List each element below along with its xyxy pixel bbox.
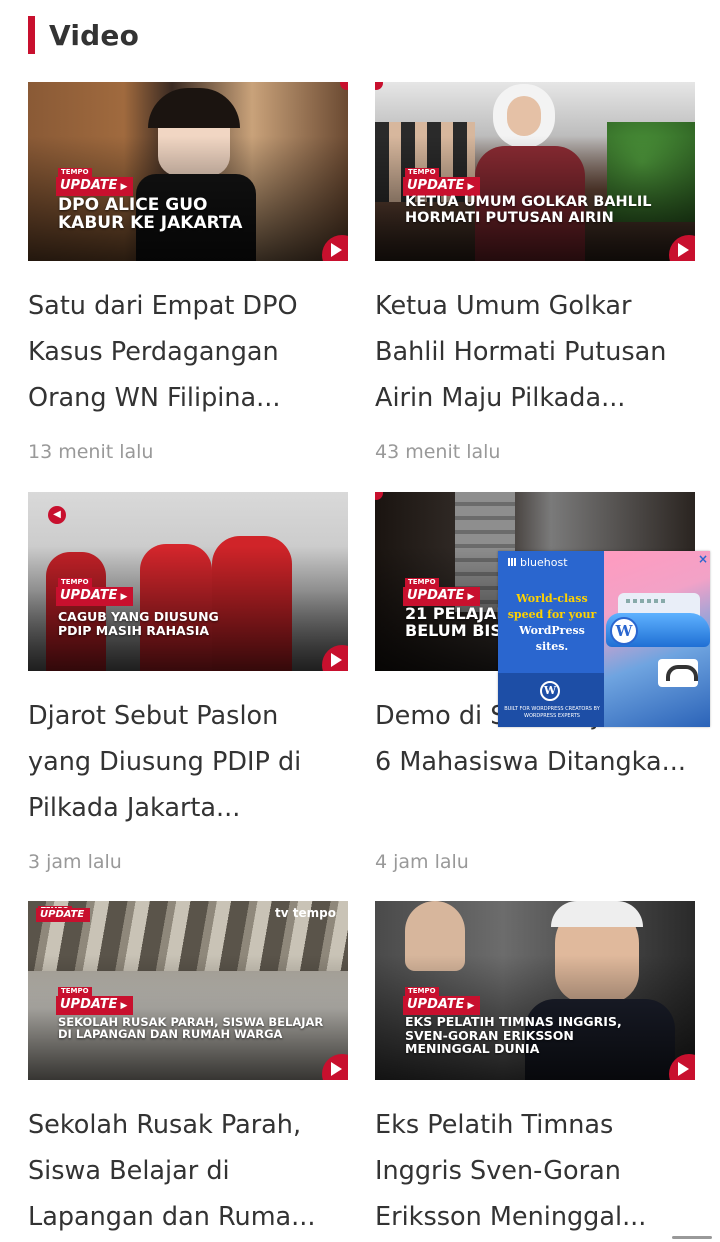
update-badge-label: UPDATE [60, 588, 118, 603]
play-arrow-icon: ▶ [120, 1001, 128, 1011]
thumbnail-face [507, 96, 541, 136]
floating-ad[interactable]: bluehost World-class speed for your Word… [498, 551, 710, 727]
tempo-tag: TEMPO [405, 987, 439, 996]
thumbnail-headline: KETUA UMUM GOLKAR BAHLIL HORMATI PUTUSAN… [405, 194, 652, 226]
tv-tempo-logo: tv tempo [275, 906, 336, 920]
update-badge-label: UPDATE [407, 178, 465, 193]
update-badge: UPDATE ▶ [56, 996, 134, 1015]
video-title[interactable]: Sekolah Rusak Parah, Siswa Belajar di La… [28, 1102, 348, 1240]
video-time: 4 jam lalu [375, 851, 469, 873]
ad-brand: bluehost [520, 556, 568, 569]
play-arrow-icon: ▶ [120, 592, 128, 602]
ad-browser-dots [626, 599, 666, 603]
ad-headline: World-class speed for your WordPress sit… [506, 591, 598, 655]
section-header: Video [28, 16, 139, 54]
video-thumbnail[interactable]: TEMPO UPDATE ▶ KETUA UMUM GOLKAR BAHLIL H… [375, 82, 695, 261]
thumbnail-headline: CAGUB YANG DIUSUNG PDIP MASIH RAHASIA [58, 609, 219, 638]
update-badge-label: UPDATE [407, 997, 465, 1012]
ad-footer: BUILT FOR WORDPRESS CREATORS BY WORDPRES… [504, 706, 600, 719]
update-badge-label: UPDATE [60, 997, 118, 1012]
video-thumbnail[interactable]: TEMPO UPDATE tv tempo TEMPO UPDATE▶ SEKO… [28, 901, 348, 1080]
video-thumbnail[interactable]: TEMPO UPDATE ▶ DPO ALICE GUO KABUR KE JAK… [28, 82, 348, 261]
ad-headline-line-2: speed for your [507, 608, 597, 621]
video-title[interactable]: Djarot Sebut Paslon yang Diusung PDIP di… [28, 693, 348, 831]
video-card[interactable]: TEMPO UPDATE tv tempo TEMPO UPDATE▶ SEKO… [28, 901, 348, 1240]
tempo-tag: TEMPO [405, 578, 439, 587]
update-badge: UPDATE ▶ [56, 587, 134, 606]
tempo-tag: TEMPO [58, 578, 92, 587]
ad-headline-line-3: WordPress [519, 624, 585, 637]
video-card[interactable]: TEMPO UPDATE ▶ KETUA UMUM GOLKAR BAHLIL H… [375, 82, 695, 463]
tempo-tag: TEMPO [58, 168, 92, 177]
video-time: 13 menit lalu [28, 441, 154, 463]
back-arrow-icon: ◀ [48, 506, 66, 524]
play-arrow-icon: ▶ [467, 182, 475, 192]
thumbnail-hair [551, 901, 643, 927]
update-badge: UPDATE ▶ [403, 996, 481, 1015]
section-accent-bar [28, 16, 35, 54]
update-badge-label: UPDATE [60, 178, 118, 193]
video-title[interactable]: Satu dari Empat DPO Kasus Perdagangan Or… [28, 283, 348, 421]
video-thumbnail[interactable]: TEMPO UPDATE ▶ EKS PELATIH TIMNAS INGGRIS… [375, 901, 695, 1080]
video-time: 43 menit lalu [375, 441, 501, 463]
home-indicator [672, 1236, 712, 1239]
video-title[interactable]: Ketua Umum Golkar Bahlil Hormati Putusan… [375, 283, 695, 421]
update-badge-label: UPDATE [407, 588, 465, 603]
play-arrow-icon: ▶ [120, 182, 128, 192]
video-card[interactable]: TEMPO UPDATE ▶ CAGUB YANG DIUSUNG PDIP MA… [28, 492, 348, 873]
video-thumbnail[interactable]: TEMPO UPDATE ▶ CAGUB YANG DIUSUNG PDIP MA… [28, 492, 348, 671]
ad-headline-line-1: World-class [516, 592, 588, 605]
tempo-tag: TEMPO [58, 987, 92, 996]
video-card[interactable]: TEMPO UPDATE ▶ EKS PELATIH TIMNAS INGGRIS… [375, 901, 695, 1240]
thumbnail-headline: DPO ALICE GUO KABUR KE JAKARTA [58, 195, 243, 234]
update-badge: UPDATE ▶ [56, 177, 134, 196]
play-arrow-icon: ▶ [467, 592, 475, 602]
video-card[interactable]: TEMPO UPDATE ▶ DPO ALICE GUO KABUR KE JAK… [28, 82, 348, 463]
play-arrow-icon: ▶ [467, 1001, 475, 1011]
tempo-tag: TEMPO [405, 168, 439, 177]
section-title: Video [49, 18, 140, 52]
wordpress-circle-icon: W [610, 617, 638, 645]
ad-close-icon[interactable]: × [698, 552, 708, 566]
bluehost-grid-icon [508, 558, 516, 566]
video-title[interactable]: Eks Pelatih Timnas Inggris Sven-Goran Er… [375, 1102, 695, 1240]
wordpress-logo-icon: W [540, 681, 560, 701]
video-time: 3 jam lalu [28, 851, 122, 873]
thumbnail-headline: SEKOLAH RUSAK PARAH, SISWA BELAJAR DI LA… [58, 1015, 324, 1042]
speedometer-icon [658, 659, 698, 687]
update-badge-label: UPDATE [40, 909, 85, 920]
ad-headline-line-4: sites. [535, 640, 569, 653]
thumbnail-headline: EKS PELATIH TIMNAS INGGRIS, SVEN-GORAN E… [405, 1014, 622, 1056]
update-badge-small: UPDATE [36, 908, 91, 922]
